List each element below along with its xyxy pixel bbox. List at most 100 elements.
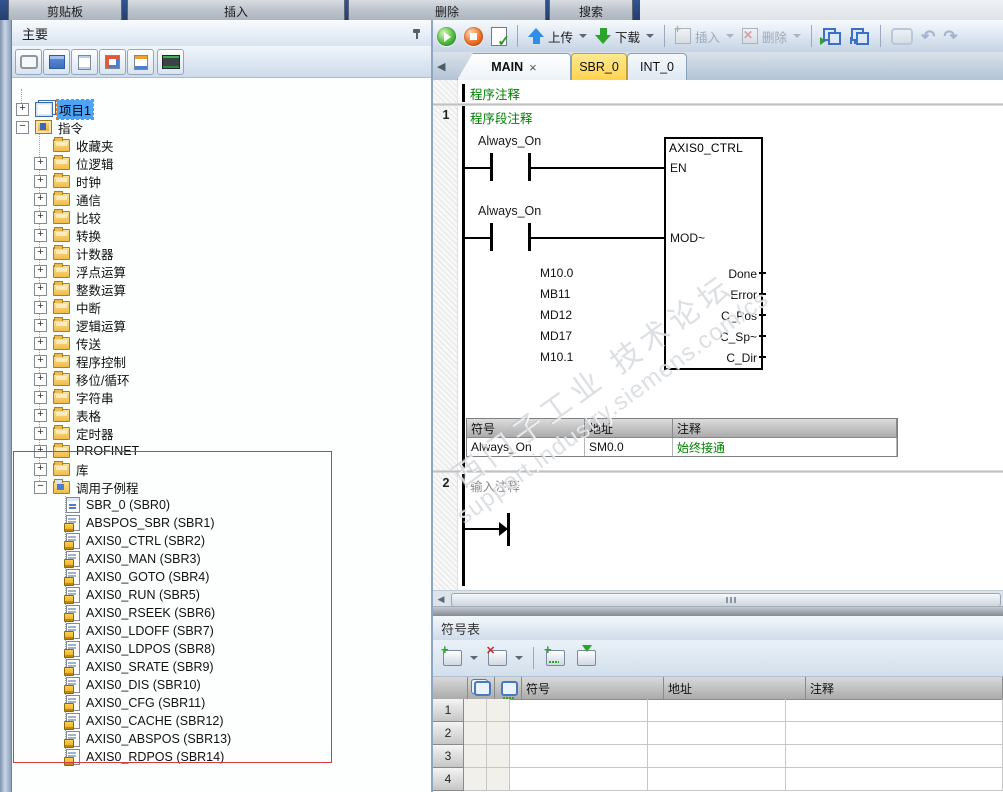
expand-icon[interactable]: + (34, 336, 47, 350)
expand-icon[interactable]: + (34, 246, 47, 260)
tree-item-axis0-rseek[interactable]: AXIS0_RSEEK (SBR6) (12, 604, 217, 622)
tree-item-axis0-ldpos[interactable]: AXIS0_LDPOS (SBR8) (12, 640, 217, 658)
expand-icon[interactable]: + (34, 174, 47, 188)
chevron-down-icon[interactable] (579, 34, 588, 38)
tree-item-axis0-dis[interactable]: AXIS0_DIS (SBR10) (12, 676, 203, 694)
tab-scroll-left-icon[interactable]: ◀ (437, 60, 445, 73)
grid-row[interactable]: 1 (433, 699, 1003, 722)
grid-row[interactable]: 4 (433, 768, 1003, 791)
tree-item-logical-operations[interactable]: + 逻辑运算 (12, 316, 128, 334)
function-block-axis0-ctrl[interactable]: AXIS0_CTRL EN MOD~ Done Error C_Pos C_Sp… (664, 137, 763, 370)
data-block-view-button[interactable] (99, 49, 126, 75)
block-output-csp[interactable]: C_Sp~ (720, 330, 757, 344)
tree-item-timers[interactable]: + 定时器 (12, 424, 116, 442)
expand-icon[interactable]: + (34, 354, 47, 368)
pou-navigate-pause-button[interactable] (846, 26, 874, 47)
block-output-error[interactable]: Error (730, 288, 757, 302)
tree-item-move[interactable]: + 传送 (12, 334, 103, 352)
tree-item-floating-point-math[interactable]: + 浮点运算 (12, 262, 128, 280)
collapse-icon[interactable]: − (34, 480, 47, 494)
run-button[interactable] (433, 25, 460, 48)
tree-item-axis0-man[interactable]: AXIS0_MAN (SBR3) (12, 550, 203, 568)
tab-sbr0[interactable]: SBR_0 (571, 53, 627, 80)
address-cell[interactable] (648, 699, 786, 722)
tree-item-call-subroutines[interactable]: − 调用子例程 (12, 478, 141, 496)
insert-row-button[interactable] (540, 642, 571, 668)
expand-icon[interactable]: + (34, 372, 47, 386)
expand-icon[interactable]: + (34, 408, 47, 422)
stop-button[interactable] (460, 25, 487, 48)
tree-item-bit-logic[interactable]: + 位逻辑 (12, 154, 116, 172)
operand-address[interactable]: MD17 (540, 329, 572, 343)
symbol-cell[interactable] (510, 745, 648, 768)
block-input-en[interactable]: EN (670, 161, 687, 175)
expand-icon[interactable]: + (34, 390, 47, 404)
comment-cell[interactable] (786, 768, 1003, 791)
network-comment[interactable]: 程序段注释 (470, 108, 533, 127)
expand-icon[interactable]: + (34, 282, 47, 296)
pou-navigate-forward-button[interactable] (818, 26, 846, 47)
status-chart-view-button[interactable] (71, 49, 98, 75)
operand-address[interactable]: MB11 (540, 287, 570, 301)
horizontal-scrollbar[interactable]: ◀ (433, 590, 1003, 607)
tree-item-sbr0[interactable]: SBR_0 (SBR0) (12, 496, 172, 514)
tree-item-interrupt[interactable]: + 中断 (12, 298, 103, 316)
comment-cell[interactable] (786, 745, 1003, 768)
address-cell[interactable] (648, 745, 786, 768)
expand-icon[interactable]: + (34, 444, 47, 458)
expand-icon[interactable]: + (34, 426, 47, 440)
comment-cell[interactable] (786, 699, 1003, 722)
operand-address[interactable]: M10.1 (540, 350, 573, 364)
grid-row[interactable]: 2 (433, 722, 1003, 745)
tree-item-compare[interactable]: + 比较 (12, 208, 103, 226)
tree-item-axis0-abspos[interactable]: AXIS0_ABSPOS (SBR13) (12, 730, 233, 748)
symbol-table-row[interactable]: Always_On SM0.0 始终接通 (467, 437, 897, 456)
tree-item-axis0-ldoff[interactable]: AXIS0_LDOFF (SBR7) (12, 622, 216, 640)
row-number[interactable]: 4 (433, 768, 464, 791)
block-output-done[interactable]: Done (728, 267, 757, 281)
cross-reference-view-button[interactable] (127, 49, 154, 75)
block-output-cpos[interactable]: C_Pos (721, 309, 757, 323)
symbol-cell[interactable] (510, 722, 648, 745)
expand-icon[interactable]: + (16, 102, 29, 116)
block-output-cdir[interactable]: C_Dir (726, 351, 757, 365)
tree-item-favorites[interactable]: 收藏夹 (12, 136, 116, 154)
expand-icon[interactable]: + (34, 318, 47, 332)
contact-label[interactable]: Always_On (478, 204, 541, 218)
operand-address[interactable]: M10.0 (540, 266, 573, 280)
tree-item-profinet[interactable]: + PROFINET (12, 442, 141, 460)
pin-icon[interactable] (412, 28, 421, 39)
tree-item-communication[interactable]: + 通信 (12, 190, 103, 208)
comment-cell[interactable] (786, 722, 1003, 745)
communications-view-button[interactable] (157, 49, 184, 75)
tree-item-axis0-srate[interactable]: AXIS0_SRATE (SBR9) (12, 658, 216, 676)
row-number[interactable]: 2 (433, 722, 464, 745)
collapse-icon[interactable]: − (16, 120, 29, 134)
tree-item-integer-math[interactable]: + 整数运算 (12, 280, 128, 298)
tree-item-axis0-cache[interactable]: AXIS0_CACHE (SBR12) (12, 712, 226, 730)
chevron-down-icon[interactable] (646, 34, 655, 38)
upload-button[interactable]: 上传 (524, 25, 591, 48)
program-comment[interactable]: 程序注释 (470, 84, 520, 103)
row-number[interactable]: 1 (433, 699, 464, 722)
scroll-left-icon[interactable]: ◀ (433, 591, 449, 607)
expand-icon[interactable]: + (34, 192, 47, 206)
tree-item-axis0-rdpos[interactable]: AXIS0_RDPOS (SBR14) (12, 748, 226, 766)
tree-item-table[interactable]: + 表格 (12, 406, 103, 424)
tree-item-instructions[interactable]: − 指令 (12, 118, 85, 136)
delete-symbol-button[interactable] (482, 644, 527, 668)
compile-button[interactable] (487, 25, 511, 50)
collapsed-panel-strip[interactable] (0, 20, 12, 792)
symbol-column-header[interactable]: 符号 (522, 677, 664, 699)
program-block-view-button[interactable] (15, 49, 42, 75)
tree-item-program-control[interactable]: + 程序控制 (12, 352, 128, 370)
expand-icon[interactable]: + (34, 300, 47, 314)
comment-column-header[interactable]: 注释 (806, 677, 1003, 699)
expand-icon[interactable]: + (34, 156, 47, 170)
chevron-down-icon[interactable] (470, 656, 478, 660)
symbol-cell[interactable] (510, 699, 648, 722)
download-button[interactable]: 下载 (591, 25, 658, 48)
new-symbol-button[interactable] (437, 642, 482, 668)
cursor-bar[interactable] (507, 513, 510, 546)
chevron-down-icon[interactable] (515, 656, 523, 660)
